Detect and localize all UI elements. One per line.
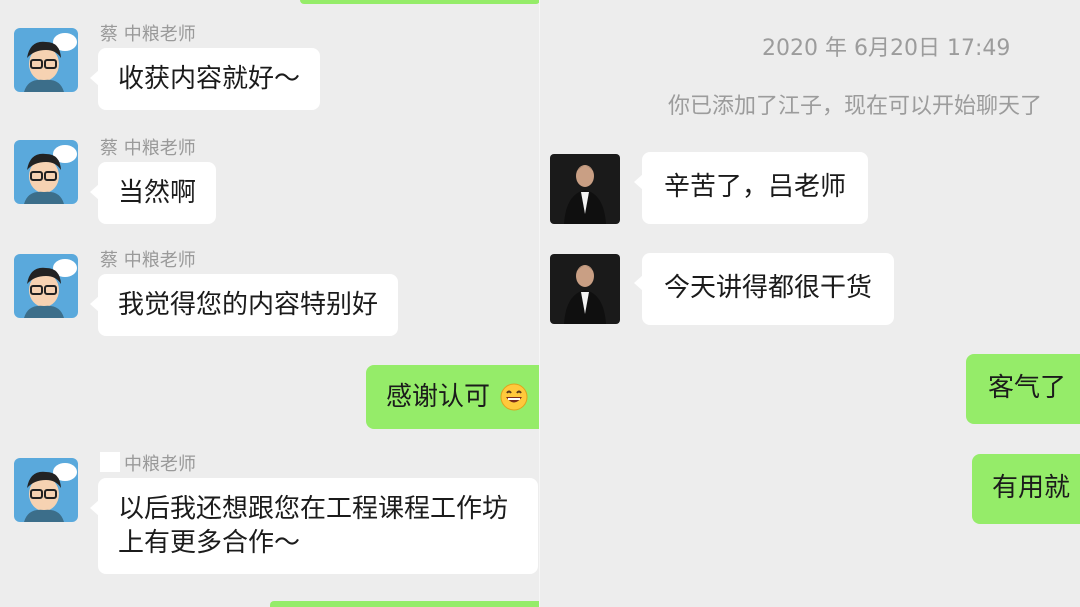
teacher-avatar[interactable] xyxy=(14,140,78,204)
teacher-avatar[interactable] xyxy=(14,458,78,522)
message-text: 客气了 xyxy=(988,373,1067,403)
incoming-message-bubble[interactable]: 收获内容就好～ xyxy=(89,48,321,110)
incoming-message-bubble[interactable]: 当然啊 xyxy=(89,162,217,224)
man-photo-avatar-icon xyxy=(550,154,620,224)
system-notice: 你已添加了江子，现在可以开始聊天了 xyxy=(668,94,1043,119)
message-text: 今天讲得都很干货 xyxy=(664,273,873,303)
outgoing-message-bubble[interactable]: 有用就 xyxy=(972,454,1080,524)
grinning-smile-icon xyxy=(500,383,528,411)
redacted-name-block xyxy=(100,452,120,472)
incoming-message-bubble[interactable]: 今天讲得都很干货 xyxy=(633,253,895,325)
sender-name: 蔡 中粮老师 xyxy=(100,24,196,45)
incoming-message-bubble[interactable]: 以后我还想跟您在工程课程工作坊上有更多合作～ xyxy=(90,478,538,574)
message-text: 当然啊 xyxy=(118,178,197,208)
message-text: 以后我还想跟您在工程课程工作坊上有更多合作～ xyxy=(118,494,509,558)
cartoon-teacher-avatar-icon xyxy=(14,28,78,92)
cartoon-teacher-avatar-icon xyxy=(14,458,78,522)
chat-timestamp: 2020 年 6月20日 17:49 xyxy=(762,36,1011,61)
left-chat-panel: 蔡 中粮老师 收获内容就好～ 蔡 中粮老师 当然啊 蔡 中粮老师 我觉得您的内容… xyxy=(0,0,540,607)
contact-avatar[interactable] xyxy=(550,254,620,324)
right-chat-panel: 2020 年 6月20日 17:49 你已添加了江子，现在可以开始聊天了 辛苦了… xyxy=(540,0,1080,607)
teacher-avatar[interactable] xyxy=(14,254,78,318)
teacher-avatar[interactable] xyxy=(14,28,78,92)
cartoon-teacher-avatar-icon xyxy=(14,140,78,204)
cartoon-teacher-avatar-icon xyxy=(14,254,78,318)
previous-outgoing-bubble-edge xyxy=(300,0,540,4)
incoming-message-bubble[interactable]: 我觉得您的内容特别好 xyxy=(89,274,399,336)
outgoing-message-bubble[interactable]: 客气了 xyxy=(966,354,1080,424)
outgoing-message-bubble[interactable]: 感谢认可 xyxy=(366,365,540,429)
incoming-message-bubble[interactable]: 辛苦了，吕老师 xyxy=(633,152,869,224)
sender-name: 蔡 中粮老师 xyxy=(100,250,196,271)
message-text: 辛苦了，吕老师 xyxy=(664,172,847,202)
sender-name: 蔡 中粮老师 xyxy=(100,138,196,159)
man-photo-avatar-icon xyxy=(550,254,620,324)
sender-name: 中粮老师 xyxy=(124,454,196,475)
message-text: 我觉得您的内容特别好 xyxy=(118,290,379,320)
message-text: 感谢认可 xyxy=(386,382,491,412)
next-outgoing-bubble-edge xyxy=(270,601,540,607)
contact-avatar[interactable] xyxy=(550,154,620,224)
message-text: 收获内容就好～ xyxy=(118,64,301,94)
message-text: 有用就 xyxy=(992,473,1071,503)
